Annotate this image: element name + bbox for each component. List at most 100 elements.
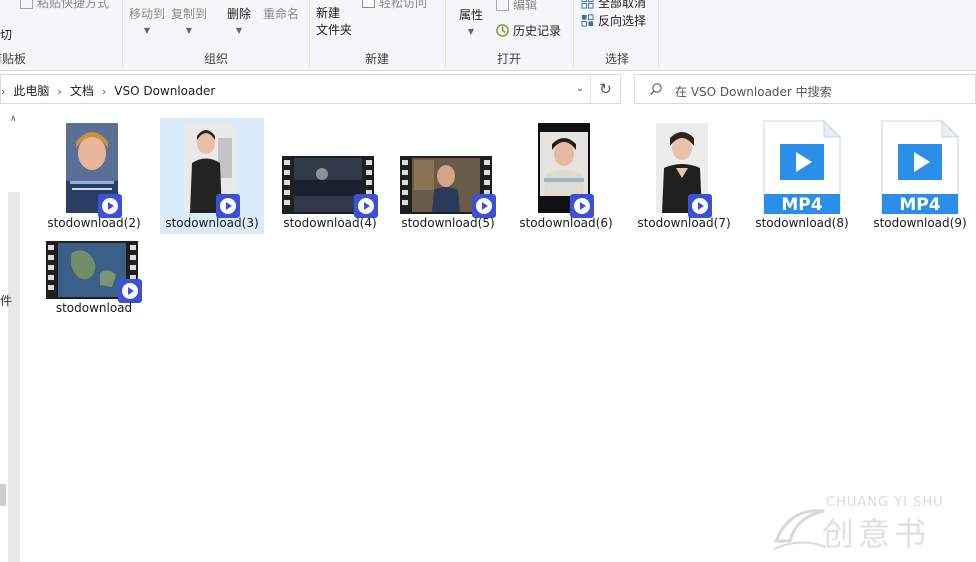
breadcrumb-vso-downloader[interactable]: VSO Downloader [114, 84, 215, 98]
dropdown-arrow-icon: ▼ [143, 26, 151, 35]
file-item[interactable]: MP4 stodownload(8) [750, 118, 854, 234]
edit-icon [496, 0, 509, 11]
select-group: 全部取消 反向选择 选择 [574, 0, 658, 70]
video-thumbnail [160, 118, 264, 218]
thumbnail-image [66, 123, 118, 213]
new-folder-button[interactable]: 新建 文件夹 [316, 5, 352, 39]
watermark-logo: CHUANG YI SHU 创意书 [770, 495, 970, 555]
file-name: stodownload(4) [283, 216, 377, 230]
paste-shortcut-button[interactable]: 粘贴快捷方式 [20, 0, 109, 11]
file-name: stodownload(9) [873, 216, 967, 230]
select-none-icon [581, 0, 594, 9]
mp4-file-icon: MP4 [750, 118, 854, 217]
breadcrumb-documents[interactable]: 文档 [70, 84, 94, 98]
easy-access-label: 轻松访问 [379, 0, 428, 10]
chevron-down-icon: ⌄ [575, 83, 585, 94]
clipboard-group: 粘贴快捷方式 剪切 剪贴板 [0, 0, 122, 70]
file-name: stodownload(7) [637, 216, 731, 230]
file-item[interactable]: stodownload(4) [278, 118, 382, 234]
thumbnail-image [538, 123, 590, 213]
mp4-file-icon: MP4 [868, 118, 972, 217]
file-item[interactable]: MP4 stodownload(9) [868, 118, 972, 234]
nav-scrollbar-thumb[interactable] [8, 192, 20, 562]
chevron-right-icon[interactable]: › [57, 85, 61, 98]
file-name: stodownload [55, 301, 133, 315]
watermark-latin-text: CHUANG YI SHU [826, 495, 944, 510]
open-group: 属性 ▼ 编辑 历史记录 打开 [446, 0, 573, 70]
address-bar[interactable]: › 此电脑 › 文档 › VSO Downloader ⌄ ↻ [0, 74, 621, 104]
cut-label: 剪切 [0, 28, 13, 42]
video-play-badge-icon [472, 194, 496, 218]
navigation-pane: ∧ 件 [0, 106, 22, 562]
video-thumbnail [278, 118, 382, 218]
chevron-right-icon[interactable]: › [102, 85, 106, 98]
rename-button[interactable]: 重命名 [263, 5, 299, 22]
watermark-swirl-icon [773, 509, 827, 550]
video-play-badge-icon [118, 279, 142, 303]
address-history-dropdown[interactable]: ⌄ [570, 79, 590, 99]
video-thumbnail [396, 118, 500, 218]
refresh-button[interactable]: ↻ [590, 75, 620, 103]
organize-group-label: 组织 [203, 52, 228, 66]
properties-label: 属性 [459, 8, 484, 22]
video-thumbnail [42, 118, 146, 218]
delete-button[interactable]: 删除 ▼ [227, 5, 251, 36]
search-box[interactable]: 在 VSO Downloader 中搜索 [634, 74, 976, 104]
edit-button[interactable]: 编辑 [496, 0, 537, 13]
breadcrumb-this-pc[interactable]: 此电脑 [13, 84, 49, 98]
nav-selected-marker [0, 484, 6, 506]
copy-to-label: 复制到 [171, 7, 208, 21]
file-name: stodownload(3) [165, 216, 259, 230]
file-item[interactable]: stodownload(5) [396, 118, 500, 234]
select-none-label: 全部取消 [598, 0, 647, 10]
new-folder-label-2: 文件夹 [316, 23, 353, 37]
history-label: 历史记录 [513, 24, 562, 38]
paste-shortcut-icon [20, 0, 33, 9]
invert-selection-label: 反向选择 [598, 14, 647, 28]
select-group-label: 选择 [604, 52, 629, 66]
easy-access-button[interactable]: 轻松访问 [362, 0, 427, 11]
history-icon [496, 24, 509, 37]
file-item[interactable]: stodownload(7) [632, 118, 736, 234]
ribbon-separator [658, 0, 659, 68]
cut-button[interactable]: 剪切 [0, 26, 12, 43]
move-to-button[interactable]: 移动到 ▼ [129, 5, 165, 36]
thumbnail-image [656, 123, 708, 213]
easy-access-icon [362, 0, 375, 8]
new-folder-label-1: 新建 [316, 6, 341, 20]
video-thumbnail [42, 203, 146, 303]
video-play-badge-icon [354, 194, 378, 218]
edit-label: 编辑 [513, 0, 538, 12]
chevron-right-icon: › [1, 85, 6, 98]
scroll-up-icon[interactable]: ∧ [10, 114, 17, 124]
history-button[interactable]: 历史记录 [496, 22, 561, 39]
file-name: stodownload(6) [519, 216, 613, 230]
file-name: stodownload(8) [755, 216, 849, 230]
watermark-cn-text: 创意书 [822, 515, 931, 553]
move-to-label: 移动到 [129, 7, 166, 21]
organize-group: 移动到 ▼ 复制到 ▼ 删除 ▼ 重命名 组织 [123, 0, 309, 70]
open-group-label: 打开 [496, 52, 521, 66]
breadcrumb: › 此电脑 › 文档 › VSO Downloader [1, 82, 215, 99]
file-item[interactable]: stodownload [42, 203, 146, 319]
delete-label: 删除 [227, 7, 252, 21]
file-item-selected[interactable]: stodownload(3) [160, 118, 264, 234]
copy-to-button[interactable]: 复制到 ▼ [171, 5, 207, 36]
video-play-badge-icon [570, 194, 594, 218]
video-thumbnail [514, 118, 618, 218]
dropdown-arrow-icon: ▼ [185, 26, 193, 35]
invert-selection-icon [581, 14, 594, 27]
video-play-badge-icon [688, 194, 712, 218]
nav-item-fragment[interactable]: 件 [0, 292, 12, 309]
new-group: 新建 文件夹 轻松访问 新建 [310, 0, 445, 70]
file-name: stodownload(5) [401, 216, 495, 230]
mp4-label: MP4 [781, 195, 823, 215]
properties-button[interactable]: 属性 ▼ [459, 6, 483, 37]
clipboard-group-label: 剪贴板 [0, 52, 26, 66]
thumbnail-image [184, 123, 236, 213]
invert-selection-button[interactable]: 反向选择 [581, 12, 646, 29]
video-play-badge-icon [216, 194, 240, 218]
search-input[interactable]: 在 VSO Downloader 中搜索 [675, 83, 832, 100]
select-none-button[interactable]: 全部取消 [581, 0, 646, 11]
file-item[interactable]: stodownload(6) [514, 118, 618, 234]
